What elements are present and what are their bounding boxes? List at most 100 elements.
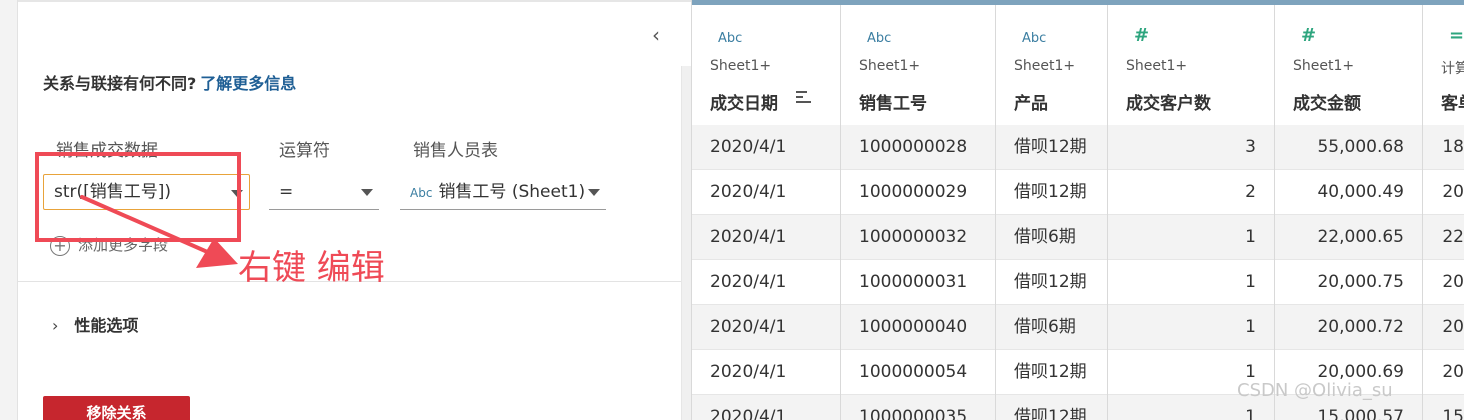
table-cell[interactable]: 1000000032 [841,215,995,260]
column-source: Sheet1+ [1014,58,1076,74]
table-cell[interactable]: 借呗12期 [996,350,1107,395]
data-grid: Abc Sheet1+ 成交日期 2020/4/1 2020/4/1 2020/4/1 20… [691,0,1464,420]
column-header[interactable]: Abc Sheet1+ 产品 [996,5,1107,125]
table-cell[interactable]: 18 [1423,125,1464,170]
column-name: 成交日期 [710,94,778,114]
add-more-fields-button[interactable]: + 添加更多字段 [50,234,168,256]
table-cell[interactable]: 2020/4/1 [692,170,840,215]
table-cell[interactable]: 20,000.75 [1275,260,1422,305]
table-cell[interactable]: 20 [1423,350,1464,395]
table-cell[interactable]: 40,000.49 [1275,170,1422,215]
column-name: 成交客户数 [1126,94,1211,114]
number-type-icon[interactable]: # [1301,25,1316,46]
table-cell[interactable]: 1000000028 [841,125,995,170]
table-cell[interactable]: 3 [1108,125,1274,170]
table-cell[interactable]: 借呗12期 [996,395,1107,420]
column-source: Sheet1+ [859,58,921,74]
grid-column: Abc Sheet1+ 成交日期 2020/4/1 2020/4/1 2020/4/1 20… [692,5,841,420]
performance-options-toggle[interactable]: › 性能选项 [52,312,138,336]
string-type-icon[interactable]: Abc [867,31,891,46]
table-cell[interactable]: 2020/4/1 [692,350,840,395]
table-cell[interactable]: 20,000.72 [1275,305,1422,350]
operator-label: 运算符 [279,141,330,161]
caret-down-icon [588,189,600,196]
table-cell[interactable]: 20 [1423,260,1464,305]
caret-down-icon [231,190,243,197]
column-header[interactable]: =# 计算客单 [1423,5,1464,125]
table-cell[interactable]: 2020/4/1 [692,395,840,420]
column-cells: 55,000.68 40,000.49 22,000.65 20,000.75 20,0… [1275,125,1422,420]
panel-scrollbar[interactable] [681,66,691,420]
table-cell[interactable]: 借呗12期 [996,260,1107,305]
string-type-icon[interactable]: Abc [718,31,742,46]
table-cell[interactable]: 20 [1423,305,1464,350]
table-cell[interactable]: 55,000.68 [1275,125,1422,170]
string-type-icon: Abc [410,186,433,200]
left-field-label: 销售成交数据 [56,141,158,161]
table-cell[interactable]: 2020/4/1 [692,215,840,260]
table-cell[interactable]: 1000000029 [841,170,995,215]
column-header[interactable]: # Sheet1+ 成交客户数 [1108,5,1274,125]
question-text: 关系与联接有何不同? [43,74,197,93]
table-cell[interactable]: 借呗6期 [996,305,1107,350]
right-field-label: 销售人员表 [413,141,498,161]
number-type-icon[interactable]: # [1134,25,1149,46]
right-field-value: 销售工号 (Sheet1) [438,182,586,202]
chevron-right-icon: › [52,316,59,335]
sort-icon[interactable] [796,91,814,107]
table-cell[interactable]: 借呗12期 [996,170,1107,215]
table-cell[interactable]: 1000000035 [841,395,995,420]
table-cell[interactable]: 1 [1108,260,1274,305]
collapse-panel-button[interactable]: ‹ [652,24,670,46]
column-cells: 借呗12期 借呗12期 借呗6期 借呗12期 借呗6期 借呗12期 借呗12期 [996,125,1107,420]
number-type-icon[interactable]: =# [1449,25,1464,46]
annotation-note: 右键 编辑 [238,248,385,288]
table-cell[interactable]: 1 [1108,305,1274,350]
chevron-left-icon: ‹ [652,23,660,47]
table-cell[interactable]: 2020/4/1 [692,125,840,170]
table-cell[interactable]: 2020/4/1 [692,260,840,305]
relationship-question: 关系与联接有何不同? 了解更多信息 [43,70,296,94]
column-name: 产品 [1014,94,1048,114]
column-cells: 18 20 22 20 20 20 15 [1423,125,1464,420]
learn-more-link[interactable]: 了解更多信息 [200,74,296,93]
table-cell[interactable]: 2 [1108,170,1274,215]
string-type-icon[interactable]: Abc [1022,31,1046,46]
operator-dropdown[interactable]: = [269,174,379,210]
grid-column: # Sheet1+ 成交客户数 3 2 1 1 1 1 1 [1108,5,1275,420]
table-cell[interactable]: 20 [1423,170,1464,215]
table-cell[interactable]: 1000000054 [841,350,995,395]
left-field-dropdown[interactable]: str([销售工号]) [43,174,250,210]
column-name: 成交金额 [1293,94,1361,114]
column-header[interactable]: Abc Sheet1+ 销售工号 [841,5,995,125]
table-cell[interactable]: 2020/4/1 [692,305,840,350]
relationship-panel: ‹ 关系与联接有何不同? 了解更多信息 销售成交数据 运算符 销售人员表 str(… [0,0,691,420]
column-header[interactable]: Abc Sheet1+ 成交日期 [692,5,840,125]
column-cells: 1000000028 1000000029 1000000032 1000000031… [841,125,995,420]
grid-column: Abc Sheet1+ 销售工号 1000000028 1000000029 100000… [841,5,996,420]
column-name: 客单 [1441,94,1464,114]
right-field-dropdown[interactable]: Abc 销售工号 (Sheet1) [400,174,606,210]
plus-circle-icon: + [50,235,70,256]
table-cell[interactable]: 借呗12期 [996,125,1107,170]
table-cell[interactable]: 15 [1423,395,1464,420]
performance-options-label: 性能选项 [74,316,139,335]
column-header[interactable]: # Sheet1+ 成交金额 [1275,5,1422,125]
column-source: Sheet1+ [1126,58,1188,74]
table-cell[interactable]: 22 [1423,215,1464,260]
caret-down-icon [361,189,373,196]
remove-relationship-button[interactable]: 移除关系 [43,396,190,420]
table-cell[interactable]: 1 [1108,215,1274,260]
grid-column: =#计算客单18202220202015 [1423,5,1464,420]
column-source: Sheet1+ [1293,58,1355,74]
column-cells: 3211111 [1108,125,1274,420]
watermark: CSDN @Olivia_su [1237,380,1393,401]
table-cell[interactable]: 借呗6期 [996,215,1107,260]
table-cell[interactable]: 1000000031 [841,260,995,305]
table-cell[interactable]: 22,000.65 [1275,215,1422,260]
left-field-value: str([销售工号]) [54,182,172,202]
column-name: 销售工号 [859,94,927,114]
grid-column: # Sheet1+ 成交金额 55,000.68 40,000.49 22,000.65 2… [1275,5,1423,420]
table-cell[interactable]: 1000000040 [841,305,995,350]
column-source: Sheet1+ [710,58,772,74]
